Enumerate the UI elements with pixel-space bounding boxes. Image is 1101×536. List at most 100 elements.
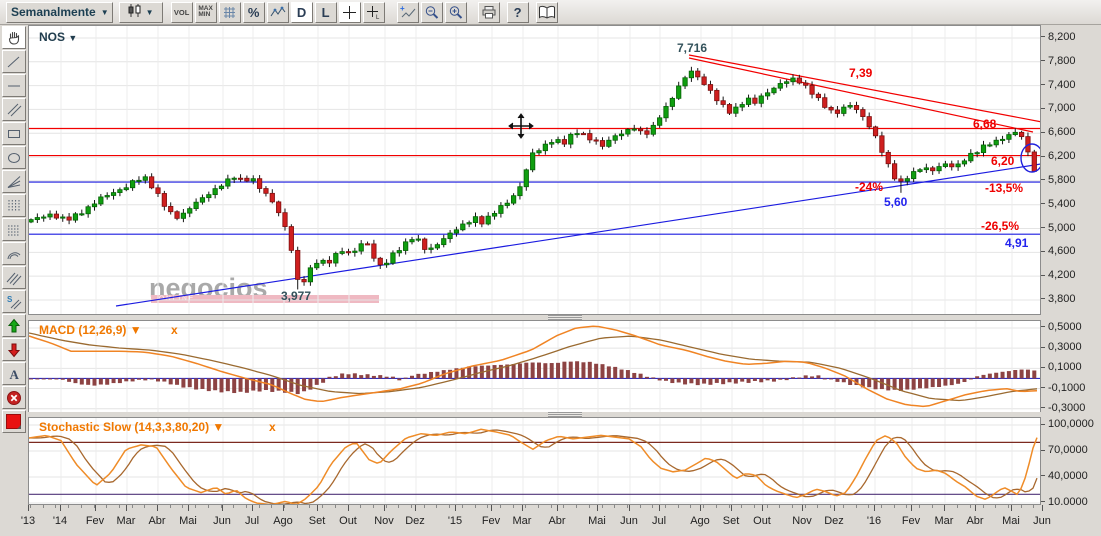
minor-tick	[245, 505, 247, 508]
minor-tick	[626, 505, 628, 508]
crosshair-last-button[interactable]: L	[362, 1, 385, 23]
axis-tick-label: -0,3000	[1041, 402, 1085, 414]
chart-style-dropdown[interactable]: ▼	[118, 1, 163, 23]
month-tick	[944, 505, 945, 511]
grid-button[interactable]	[218, 1, 241, 23]
zoom-in-button[interactable]	[444, 1, 467, 23]
minor-tick	[55, 505, 57, 508]
arrow-down-tool[interactable]	[2, 338, 26, 361]
percent-button[interactable]: %	[242, 1, 265, 23]
pan-tool[interactable]	[2, 26, 26, 49]
macd-close-button[interactable]: x	[171, 323, 178, 337]
macd-panel[interactable]: MACD (12,26,9) ▼ x	[28, 320, 1041, 413]
axis-tick-label: 7,000	[1041, 102, 1076, 114]
month-label: Fev	[85, 515, 105, 527]
cross-icon	[342, 5, 357, 20]
ellipse-icon	[6, 150, 22, 166]
minor-tick	[563, 505, 565, 508]
trendline-tool[interactable]	[2, 50, 26, 73]
minor-tick	[830, 505, 832, 508]
month-tick	[1011, 505, 1012, 511]
minor-tick	[703, 505, 705, 508]
month-label: Mar	[116, 515, 136, 527]
hline-icon	[6, 78, 22, 94]
stochastic-panel[interactable]: Stochastic Slow (14,3,3,80,20) ▼ x	[28, 417, 1041, 505]
minor-tick	[842, 505, 844, 508]
price-chart-panel[interactable]: negocios ONLINE 7,716 7,39 6,68 6,20 -24% 5,6…	[28, 25, 1041, 315]
help-button[interactable]: ?	[506, 1, 529, 23]
symbol-dropdown[interactable]: NOS ▼	[39, 30, 77, 44]
zoom-out-button[interactable]	[420, 1, 443, 23]
minor-tick	[322, 505, 324, 508]
stochastic-label-dropdown[interactable]: Stochastic Slow (14,3,3,80,20) ▼	[39, 420, 224, 434]
month-label: Mai	[588, 515, 606, 527]
s-lines-icon: S	[6, 294, 22, 310]
gann-lines-tool[interactable]: S	[2, 290, 26, 313]
month-tick	[415, 505, 416, 511]
month-label: Fev	[901, 515, 921, 527]
hgrid-icon	[6, 222, 22, 238]
minor-tick	[868, 505, 870, 508]
minor-tick	[423, 505, 425, 508]
fib-arcs-tool[interactable]	[2, 242, 26, 265]
macd-canvas[interactable]	[29, 321, 1040, 412]
compare-button[interactable]: +	[396, 1, 419, 23]
month-tick	[348, 505, 349, 511]
minor-tick	[258, 505, 260, 508]
month-label: Mai	[1002, 515, 1020, 527]
stochastic-close-button[interactable]: x	[269, 420, 276, 434]
minor-tick	[42, 505, 44, 508]
minor-tick	[195, 505, 197, 508]
grid-icon	[222, 5, 237, 20]
time-axis: '13 '14 Fev Mar Abr Mai Jun Jul Ago Set Out Nov Dez '…	[0, 505, 1101, 536]
zigzag-icon: +	[400, 5, 416, 20]
max-min-button[interactable]: MAX MIN	[194, 1, 217, 23]
ellipse-tool[interactable]	[2, 146, 26, 169]
print-button[interactable]	[477, 1, 500, 23]
month-label: Fev	[481, 515, 501, 527]
arrow-down-icon	[6, 342, 22, 358]
axis-tick-label: 0,3000	[1041, 341, 1082, 353]
crosshair-button[interactable]	[338, 1, 361, 23]
minor-tick	[677, 505, 679, 508]
fib-time-zones-tool[interactable]	[2, 194, 26, 217]
month-tick	[731, 505, 732, 511]
month-tick	[95, 505, 96, 511]
month-label: Ago	[690, 515, 710, 527]
fan-lines-tool[interactable]	[2, 170, 26, 193]
month-tick	[28, 505, 29, 511]
arrow-up-tool[interactable]	[2, 314, 26, 337]
month-tick	[802, 505, 803, 511]
interval-dropdown[interactable]: Semanalmente ▼	[6, 1, 113, 23]
month-tick	[557, 505, 558, 511]
minor-tick	[309, 505, 311, 508]
vgrid-icon	[6, 198, 22, 214]
minor-tick	[1033, 505, 1035, 508]
macd-label-dropdown[interactable]: MACD (12,26,9) ▼	[39, 323, 142, 337]
month-label: Mar	[512, 515, 532, 527]
minor-tick	[474, 505, 476, 508]
parallel-lines-tool[interactable]	[2, 98, 26, 121]
minor-tick	[728, 505, 730, 508]
fib-retracement-tool[interactable]	[2, 218, 26, 241]
price-chart-canvas[interactable]: 7,716 7,39 6,68 6,20 -24%5,60 -13,5% -26,5% 4,9…	[29, 26, 1040, 314]
chart-application: Semanalmente ▼ ▼ VOL MAX MIN% D L L +? SA negoci…	[0, 0, 1101, 536]
rectangle-tool[interactable]	[2, 122, 26, 145]
indicator-button[interactable]	[266, 1, 289, 23]
speed-lines-tool[interactable]	[2, 266, 26, 289]
volume-button[interactable]: VOL	[170, 1, 193, 23]
minor-tick	[969, 505, 971, 508]
minor-tick	[118, 505, 120, 508]
horizontal-line-tool[interactable]	[2, 74, 26, 97]
text-tool[interactable]: A	[2, 362, 26, 385]
color-tool[interactable]	[2, 410, 26, 433]
daily-button[interactable]: D	[290, 1, 313, 23]
line-chart-button[interactable]: L	[314, 1, 337, 23]
month-label: Nov	[374, 515, 394, 527]
manual-button[interactable]	[535, 1, 558, 23]
svg-text:L: L	[376, 15, 380, 20]
minor-tick	[436, 505, 438, 508]
delete-tool[interactable]	[2, 386, 26, 409]
minor-tick	[80, 505, 82, 508]
month-tick	[597, 505, 598, 511]
